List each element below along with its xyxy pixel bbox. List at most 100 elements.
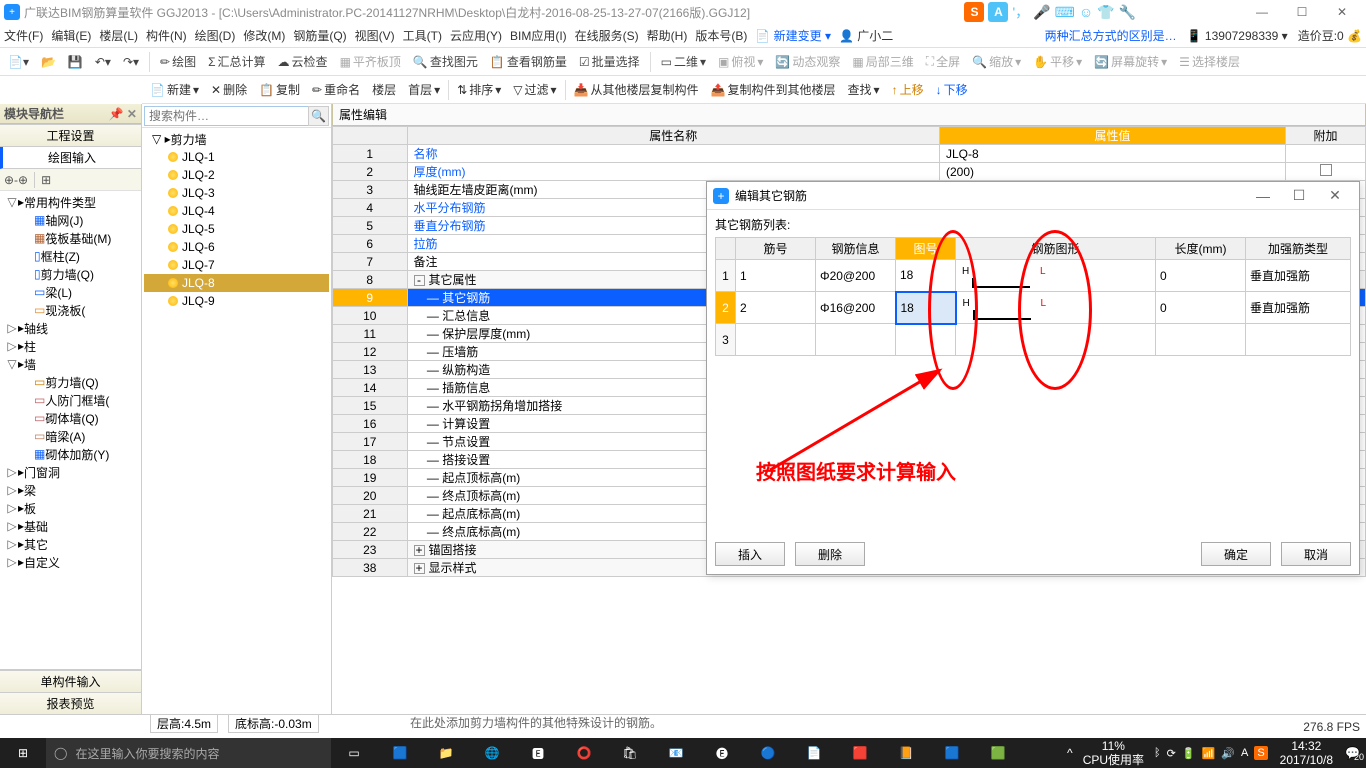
tb-redo-icon[interactable]: ↷▾ bbox=[119, 55, 143, 69]
tb2-floor-select[interactable]: 首层 ▾ bbox=[404, 81, 444, 98]
dialog-close[interactable]: ✕ bbox=[1317, 187, 1353, 204]
tb-cloud-check[interactable]: ☁ 云检查 bbox=[274, 53, 332, 70]
ime-mic-icon[interactable]: 🎤 bbox=[1033, 4, 1050, 21]
ime-emoji-icon[interactable]: ☺ bbox=[1079, 4, 1093, 20]
comp-item[interactable]: JLQ-5 bbox=[144, 220, 329, 238]
search-button[interactable]: 🔍 bbox=[308, 106, 329, 126]
tb-draw[interactable]: ✏ 绘图 bbox=[156, 53, 200, 70]
comp-item[interactable]: JLQ-7 bbox=[144, 256, 329, 274]
app-7[interactable]: 📧 bbox=[653, 738, 699, 768]
menu-bim[interactable]: BIM应用(I) bbox=[510, 27, 567, 44]
menu-tool[interactable]: 工具(T) bbox=[403, 27, 442, 44]
tb-select-floor[interactable]: ☰ 选择楼层 bbox=[1175, 53, 1244, 70]
nav-tree[interactable]: ▽▸ 常用构件类型 ▦ 轴网(J) ▦ 筏板基础(M) ▯ 框柱(Z) ▯ 剪力… bbox=[0, 191, 141, 669]
tray-lang-icon[interactable]: A bbox=[1241, 747, 1248, 759]
menu-file[interactable]: 文件(F) bbox=[4, 27, 43, 44]
menu-online[interactable]: 在线服务(S) bbox=[575, 27, 639, 44]
taskbar-clock[interactable]: 14:322017/10/8 bbox=[1274, 739, 1339, 767]
ime-punct-icon[interactable]: '， bbox=[1012, 2, 1029, 22]
tb-rotate-screen[interactable]: 🔄 屏幕旋转 ▾ bbox=[1090, 53, 1171, 70]
menu-edit[interactable]: 编辑(E) bbox=[51, 27, 91, 44]
insert-button[interactable]: 插入 bbox=[715, 542, 785, 566]
ime-skin-icon[interactable]: 👕 bbox=[1097, 4, 1114, 21]
tb2-find[interactable]: 查找 ▾ bbox=[844, 81, 884, 98]
close-button[interactable]: ✕ bbox=[1322, 0, 1362, 24]
menu-draw[interactable]: 绘图(D) bbox=[195, 27, 236, 44]
min-button[interactable]: — bbox=[1242, 0, 1282, 24]
rebar-table[interactable]: 筋号 钢筋信息 图号 钢筋图形 长度(mm) 加强筋类型 1 1 Φ20@200… bbox=[715, 237, 1351, 356]
rebar-row-selected[interactable]: 2 2 Φ16@200 18 HL 0 垂直加强筋 bbox=[716, 292, 1351, 324]
app-5[interactable]: ⭕ bbox=[561, 738, 607, 768]
dialog-max[interactable]: ☐ bbox=[1281, 187, 1317, 204]
app-4[interactable]: 🅴 bbox=[515, 738, 561, 768]
nav-expand-icon[interactable]: ⊕-⊕ bbox=[4, 173, 28, 187]
tb-level-board[interactable]: ▦ 平齐板顶 bbox=[336, 53, 405, 70]
comp-item[interactable]: JLQ-9 bbox=[144, 292, 329, 310]
nav-draw-input[interactable]: 绘图输入 bbox=[0, 147, 141, 169]
component-tree[interactable]: ▽ ▸ 剪力墙 JLQ-1 JLQ-2 JLQ-3 JLQ-4 JLQ-5 JL… bbox=[142, 128, 331, 714]
menu-cloud[interactable]: 云应用(Y) bbox=[450, 27, 502, 44]
tb2-sort[interactable]: ⇅ 排序 ▾ bbox=[453, 81, 505, 98]
tray-bt-icon[interactable]: ᛒ bbox=[1154, 747, 1161, 759]
tb-fullscreen[interactable]: ⛶ 全屏 bbox=[922, 53, 964, 70]
tray-volume-icon[interactable]: 🔊 bbox=[1221, 747, 1235, 760]
nav-single-input[interactable]: 单构件输入 bbox=[0, 670, 141, 692]
tb-undo-icon[interactable]: ↶▾ bbox=[91, 55, 115, 69]
taskview-icon[interactable]: ▭ bbox=[331, 738, 377, 768]
tb2-move-up[interactable]: ↑ 上移 bbox=[888, 81, 928, 98]
nav-eng-setting[interactable]: 工程设置 bbox=[0, 125, 141, 147]
app-9[interactable]: 🔵 bbox=[745, 738, 791, 768]
tb2-move-down[interactable]: ↓ 下移 bbox=[932, 81, 972, 98]
system-tray[interactable]: ^ 11%CPU使用率 ᛒ ⟳ 🔋 📶 🔊 A S 14:322017/10/8… bbox=[1067, 739, 1366, 767]
tb2-copy-to[interactable]: 📤 复制构件到其他楼层 bbox=[707, 81, 840, 98]
app-1[interactable]: 🟦 bbox=[377, 738, 423, 768]
tray-up-icon[interactable]: ^ bbox=[1067, 746, 1073, 760]
delete-button[interactable]: 删除 bbox=[795, 542, 865, 566]
comp-item[interactable]: JLQ-3 bbox=[144, 184, 329, 202]
ime-tool-icon[interactable]: 🔧 bbox=[1119, 4, 1136, 21]
tb-topview[interactable]: ▣ 俯视 ▾ bbox=[714, 53, 767, 70]
tb2-copy[interactable]: 📋 复制 bbox=[255, 81, 304, 98]
tb-sum[interactable]: Σ 汇总计算 bbox=[204, 53, 269, 70]
tb-dim-dropdown[interactable]: ▭ 二维 ▾ bbox=[657, 53, 710, 70]
max-button[interactable]: ☐ bbox=[1282, 0, 1322, 24]
comp-item[interactable]: JLQ-1 bbox=[144, 148, 329, 166]
tb2-copy-from[interactable]: 📥 从其他楼层复制构件 bbox=[570, 81, 703, 98]
tb2-delete[interactable]: ✕ 删除 bbox=[207, 81, 251, 98]
tb-zoom[interactable]: 🔍 缩放 ▾ bbox=[968, 53, 1025, 70]
phone-button[interactable]: 📱 13907298339 ▾ bbox=[1187, 29, 1288, 43]
new-change-button[interactable]: 📄 新建变更 ▾ bbox=[755, 27, 831, 44]
app-10[interactable]: 📄 bbox=[791, 738, 837, 768]
app-8[interactable]: 🅔 bbox=[699, 738, 745, 768]
search-input[interactable] bbox=[144, 106, 309, 126]
tb-view-rebar[interactable]: 📋 查看钢筋量 bbox=[486, 53, 571, 70]
rebar-row[interactable]: 1 1 Φ20@200 18 HL 0 垂直加强筋 bbox=[716, 260, 1351, 292]
tb2-filter[interactable]: ▽ 过滤 ▾ bbox=[509, 81, 560, 98]
rebar-row-empty[interactable]: 3 bbox=[716, 324, 1351, 356]
hint-link[interactable]: 两种汇总方式的区别是… bbox=[1045, 27, 1177, 44]
prop-row[interactable]: 1名称JLQ-8 bbox=[333, 145, 1366, 163]
pin-icon[interactable]: 📌 ✕ bbox=[109, 107, 137, 121]
tb-pan[interactable]: ✋ 平移 ▾ bbox=[1029, 53, 1086, 70]
tb-find-elem[interactable]: 🔍 查找图元 bbox=[409, 53, 482, 70]
menu-rebar[interactable]: 钢筋量(Q) bbox=[293, 27, 346, 44]
ime-s-icon[interactable]: S bbox=[964, 2, 984, 22]
nav-report-preview[interactable]: 报表预览 bbox=[0, 692, 141, 714]
tb-local3d[interactable]: ▦ 局部三维 bbox=[848, 53, 917, 70]
tb-orbit[interactable]: 🔄 动态观察 bbox=[771, 53, 844, 70]
tray-wifi-icon[interactable]: 📶 bbox=[1202, 747, 1216, 760]
ok-button[interactable]: 确定 bbox=[1201, 542, 1271, 566]
tb-save-icon[interactable]: 💾 bbox=[64, 55, 87, 69]
prop-row[interactable]: 2厚度(mm)(200) bbox=[333, 163, 1366, 181]
app-2[interactable]: 📁 bbox=[423, 738, 469, 768]
tb2-rename[interactable]: ✏ 重命名 bbox=[308, 81, 364, 98]
cancel-button[interactable]: 取消 bbox=[1281, 542, 1351, 566]
app-12[interactable]: 📙 bbox=[883, 738, 929, 768]
tray-sogou-icon[interactable]: S bbox=[1254, 746, 1267, 760]
user-button[interactable]: 👤 广小二 bbox=[839, 27, 893, 44]
menu-modify[interactable]: 修改(M) bbox=[243, 27, 285, 44]
menu-version[interactable]: 版本号(B) bbox=[695, 27, 747, 44]
notification-icon[interactable]: 💬20 bbox=[1345, 746, 1360, 760]
menu-floor[interactable]: 楼层(L) bbox=[99, 27, 138, 44]
tb-open-icon[interactable]: 📂 bbox=[37, 55, 60, 69]
